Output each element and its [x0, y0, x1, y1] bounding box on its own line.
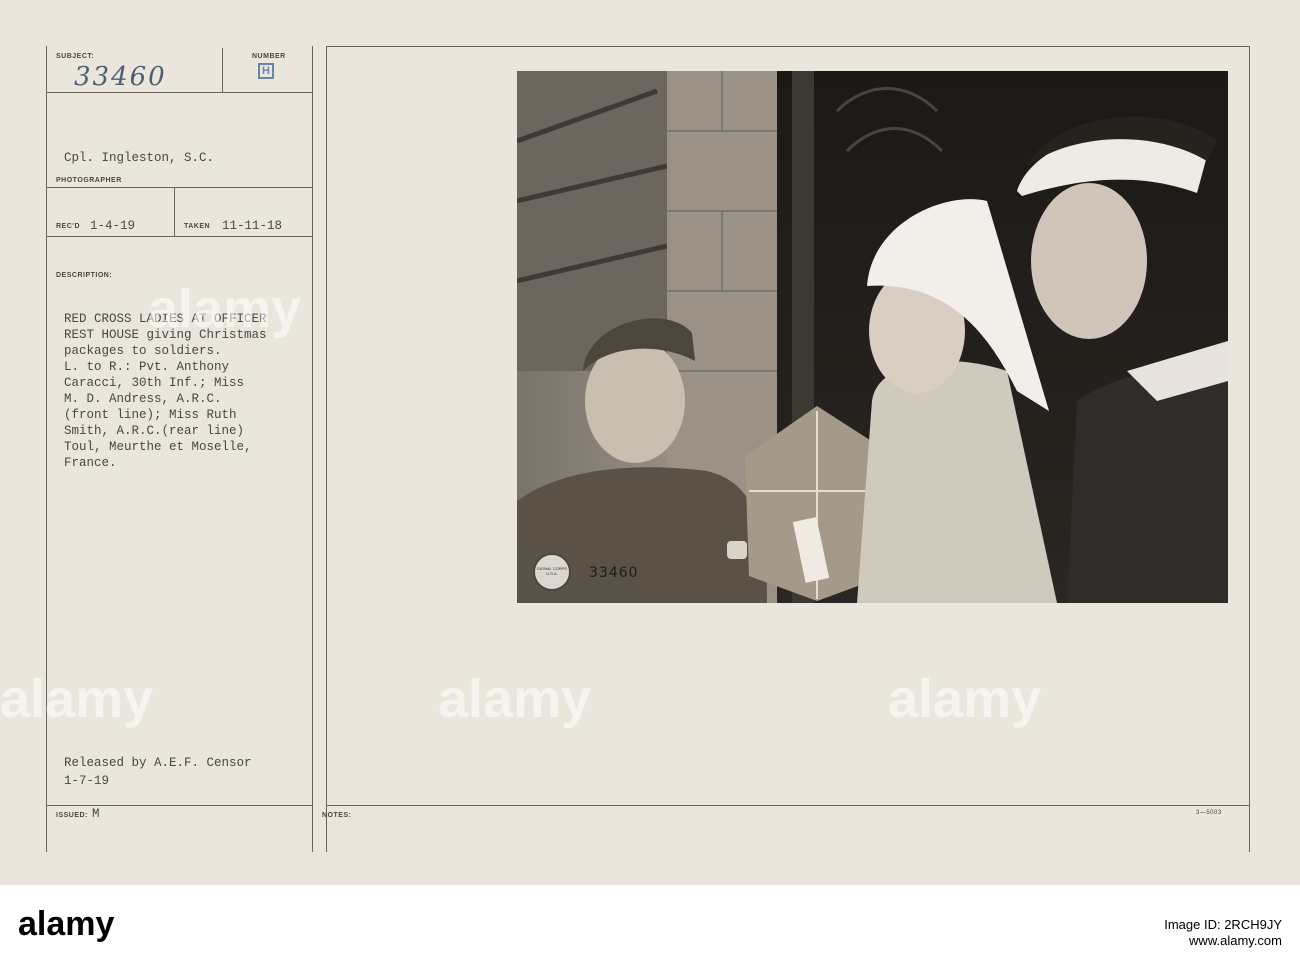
notes-label: NOTES: [322, 812, 352, 819]
number-value: H [258, 63, 274, 79]
description-line: France. [64, 456, 117, 470]
dates-underline [46, 236, 312, 237]
footer-info: Image ID: 2RCH9JY www.alamy.com [1164, 917, 1282, 949]
site-url[interactable]: www.alamy.com [1164, 933, 1282, 949]
image-id: Image ID: 2RCH9JY [1164, 917, 1282, 932]
issued-value: M [92, 807, 100, 821]
number-label: NUMBER [252, 53, 286, 60]
description-line: Toul, Meurthe et Moselle, [64, 440, 252, 454]
taken-label: TAKEN [184, 223, 211, 230]
footer-logo[interactable]: alamy [18, 905, 114, 944]
photographer-label: PHOTOGRAPHER [56, 177, 122, 184]
released-date: 1-7-19 [64, 774, 110, 788]
description-label: DESCRIPTION: [56, 272, 113, 279]
description-line: (front line); Miss Ruth [64, 408, 237, 422]
watermark: alamy [888, 669, 1042, 729]
stamp-number: 33460 [589, 565, 639, 581]
subject-number: 33460 [74, 62, 167, 92]
recd-label: REC'D [56, 223, 80, 230]
dates-divider [174, 188, 175, 236]
description-line: L. to R.: Pvt. Anthony [64, 360, 230, 374]
watermark: alamy [438, 669, 592, 729]
subject-underline [46, 92, 312, 93]
description-line: Caracci, 30th Inf.; Miss [64, 376, 245, 390]
photographer-name: Cpl. Ingleston, S.C. [64, 151, 215, 165]
divider-vertical-left [326, 46, 327, 852]
photograph: SIGNAL CORPS U.S.A. 33460 [517, 71, 1228, 603]
left-border [46, 46, 47, 852]
description-line: packages to soldiers. [64, 344, 222, 358]
watermark: alamy [0, 669, 154, 729]
description-line: Smith, A.R.C.(rear line) [64, 424, 245, 438]
released-by: Released by A.E.F. Censor [64, 756, 252, 770]
description-line: M. D. Andress, A.R.C. [64, 392, 222, 406]
subject-label: SUBJECT: [56, 53, 95, 60]
notes-top-line-right [326, 805, 1250, 806]
issued-label: ISSUED: [56, 812, 88, 819]
right-border [1249, 46, 1250, 852]
signal-corps-stamp: SIGNAL CORPS U.S.A. [533, 553, 571, 591]
photograph-scene [517, 71, 1228, 603]
stamp-text: SIGNAL CORPS U.S.A. [537, 566, 567, 576]
form-code: 3—5003 [1196, 810, 1222, 816]
footer-bar [0, 885, 1300, 974]
subject-number-divider [222, 48, 223, 92]
watermark: alamy [148, 279, 302, 339]
archive-card: SUBJECT: 33460 NUMBER H Cpl. Ingleston, … [0, 0, 1300, 885]
photographer-underline [46, 187, 312, 188]
recd-date: 1-4-19 [90, 219, 136, 233]
divider-vertical-main [312, 46, 313, 852]
notes-top-line-left [46, 805, 312, 806]
taken-date: 11-11-18 [222, 219, 283, 233]
top-border-right [326, 46, 1250, 47]
